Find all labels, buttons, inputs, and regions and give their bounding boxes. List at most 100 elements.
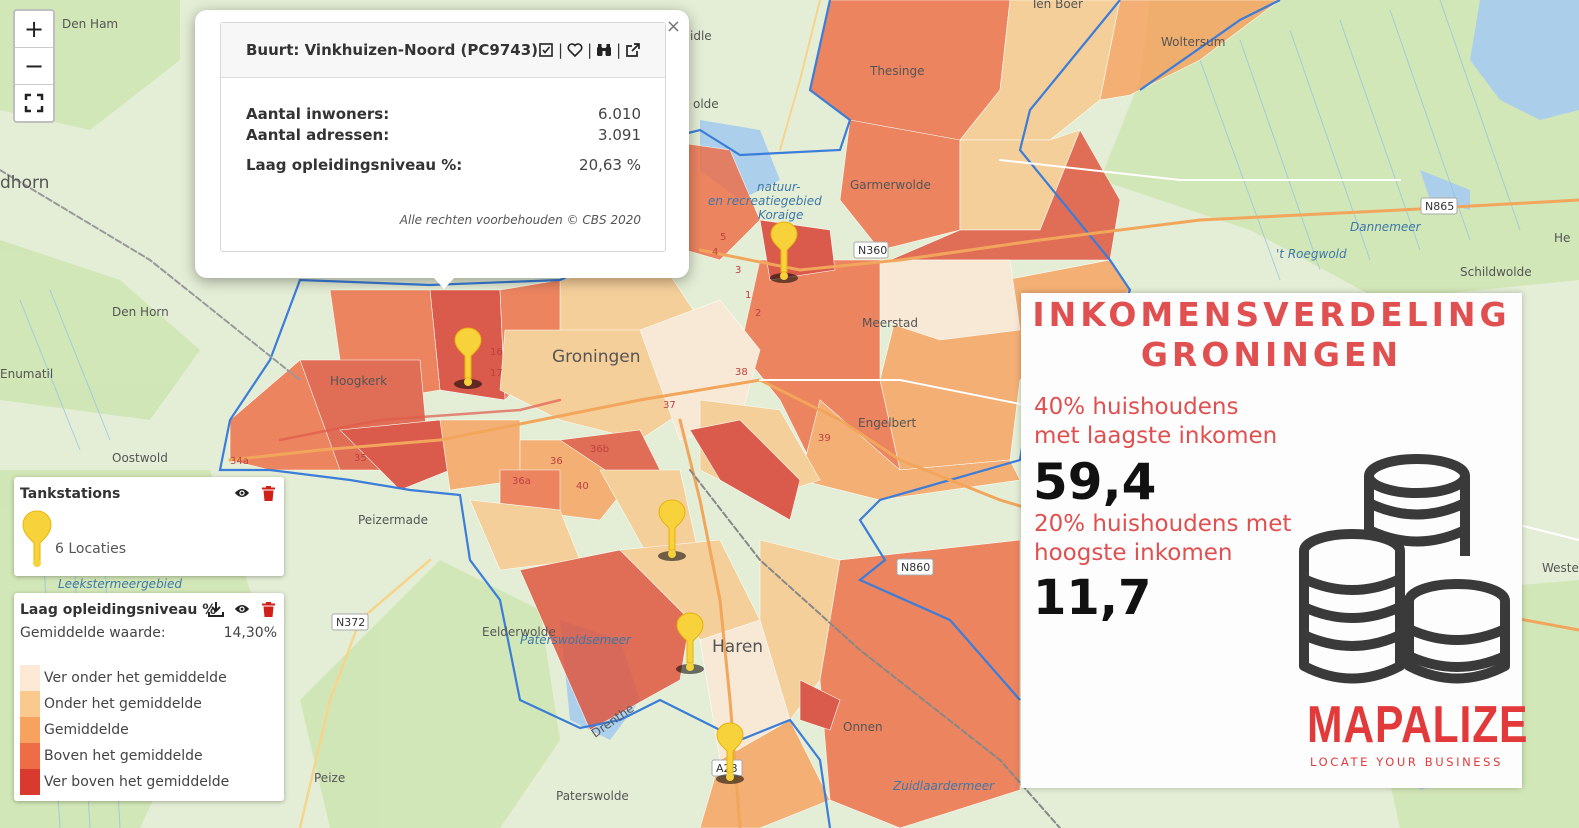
legend-label: Gemiddelde xyxy=(44,722,129,738)
map-label-engelbert: Engelbert xyxy=(858,416,916,430)
external-link-icon[interactable] xyxy=(625,42,641,58)
map-label-roegwold: 't Roegwold xyxy=(1276,247,1347,261)
legend-class-row: Onder het gemiddelde xyxy=(20,691,229,717)
eye-icon[interactable] xyxy=(234,485,250,501)
map-label-dannemeer: Dannemeer xyxy=(1350,220,1422,234)
legend-swatch xyxy=(20,665,40,691)
exit-number: 36a xyxy=(512,476,531,487)
checkbox-icon[interactable] xyxy=(538,42,554,58)
info-title-line1: INKOMENSVERDELING xyxy=(1032,295,1511,334)
map-label-ten-boer: Ten Boer xyxy=(1030,0,1083,11)
popup-title: Buurt: Vinkhuizen-Noord (PC9743) xyxy=(246,41,539,59)
road-shield-n865: N865 xyxy=(1425,200,1454,213)
exit-number: 5 xyxy=(720,232,726,243)
map-label-thesinge: Thesinge xyxy=(869,64,925,78)
map-label-leekstermeergebied: Leekstermeergebied xyxy=(58,577,182,591)
map-label-garmerwolde: Garmerwolde xyxy=(850,178,931,192)
map-label-olde: olde xyxy=(693,97,719,111)
popup-card: Buurt: Vinkhuizen-Noord (PC9743) | | | A… xyxy=(220,22,666,252)
education-legend-title: Laag opleidingsniveau % xyxy=(20,602,217,618)
map-label-den-ham: Den Ham xyxy=(62,17,118,31)
average-value: 14,30% xyxy=(223,625,277,641)
eye-icon[interactable] xyxy=(234,601,250,617)
income-info-card: INKOMENSVERDELING GRONINGEN 40% huishoud… xyxy=(1021,293,1528,788)
popup-close-button[interactable]: × xyxy=(666,16,681,37)
exit-number: 36b xyxy=(590,444,609,455)
info-title-line2: GRONINGEN xyxy=(1140,335,1403,374)
exit-number: 37 xyxy=(663,400,676,411)
map-label-westerbroek: Weste xyxy=(1542,561,1579,575)
map-label-den-horn: Den Horn xyxy=(112,305,169,319)
map-label-natuur: natuur- xyxy=(757,180,800,194)
download-icon[interactable] xyxy=(208,601,224,617)
brand-name: MAPALIZE xyxy=(1307,696,1529,754)
low-income-label-line2: met laagste inkomen xyxy=(1034,423,1278,449)
tankstations-layer-panel: Tankstations 6 Locaties xyxy=(14,477,284,576)
legend-swatch xyxy=(20,743,40,769)
map-label-schildwolde: Schildwolde xyxy=(1460,265,1532,279)
fullscreen-button[interactable] xyxy=(15,85,53,121)
exit-number: 4 xyxy=(712,247,718,258)
zoom-in-button[interactable]: + xyxy=(15,11,53,48)
map-label-woltersum: Woltersum xyxy=(1161,35,1225,49)
map-label-haren: Haren xyxy=(712,637,763,657)
coins-stack-icon xyxy=(1299,454,1510,684)
legend-class-row: Ver onder het gemiddelde xyxy=(20,665,229,691)
map-label-meerstad: Meerstad xyxy=(862,316,918,330)
zoom-control: + − xyxy=(13,9,55,123)
map-label-onnen: Onnen xyxy=(843,720,883,734)
zoom-out-button[interactable]: − xyxy=(15,48,53,85)
trash-icon[interactable] xyxy=(260,601,276,617)
exit-number: 40 xyxy=(576,481,589,492)
low-income-label-line1: 40% huishoudens xyxy=(1034,394,1239,420)
popup-row-inhabitants: Aantal inwoners: 6.010 xyxy=(246,105,641,123)
map-label-recreatiegebied: en recreatiegebied xyxy=(708,194,822,208)
legend-label: Ver boven het gemiddelde xyxy=(44,774,230,790)
brand-tagline: LOCATE YOUR BUSINESS xyxy=(1310,755,1503,769)
legend-class-row: Gemiddelde xyxy=(20,717,229,743)
exit-number: 3 xyxy=(735,265,741,276)
map-label-paterswolde: Paterswolde xyxy=(556,789,629,803)
legend-class-row: Ver boven het gemiddelde xyxy=(20,769,229,795)
legend-swatch xyxy=(20,691,40,717)
map-label-enumatil: Enumatil xyxy=(0,367,53,381)
low-income-value: 59,4 xyxy=(1033,453,1157,511)
map-label-koraige: Koraige xyxy=(758,208,803,222)
legend-label: Boven het gemiddelde xyxy=(44,748,203,764)
legend-label: Ver onder het gemiddelde xyxy=(44,670,227,686)
map-label-paterswoldsemeer: Paterswoldsemeer xyxy=(520,633,632,647)
high-income-label-line1: 20% huishoudens met xyxy=(1034,511,1292,537)
exit-number: 36 xyxy=(550,456,563,467)
popup-row-addresses: Aantal adressen: 3.091 xyxy=(246,126,641,144)
legend-swatch xyxy=(20,769,40,795)
road-shield-n860: N860 xyxy=(901,561,930,574)
map-label-idle: idle xyxy=(690,29,712,43)
trash-icon[interactable] xyxy=(260,485,276,501)
binoculars-icon[interactable] xyxy=(596,42,612,58)
map-label-peize: Peize xyxy=(314,771,345,785)
exit-number: 39 xyxy=(818,433,831,444)
exit-number: 38 xyxy=(735,367,748,378)
high-income-value: 11,7 xyxy=(1033,570,1152,626)
high-income-label-line2: hoogste inkomen xyxy=(1034,540,1233,566)
map-label-groningen: Groningen xyxy=(552,347,641,367)
popup-row-education: Laag opleidingsniveau %: 20,63 % xyxy=(246,156,641,174)
map-label-hoogkerk: Hoogkerk xyxy=(330,374,387,388)
map-label-dhorn: dhorn xyxy=(0,173,49,193)
popup-tip xyxy=(433,277,455,289)
map-label-zuidlaardermeer: Zuidlaardermeer xyxy=(892,779,995,793)
neighbourhood-popup: × Buurt: Vinkhuizen-Noord (PC9743) | | |… xyxy=(195,10,689,278)
exit-number: 2 xyxy=(755,308,761,319)
exit-number: 34a xyxy=(230,456,249,467)
legend-swatch xyxy=(20,717,40,743)
road-shield-n372: N372 xyxy=(336,616,365,629)
heart-icon[interactable] xyxy=(567,42,583,58)
average-label: Gemiddelde waarde: xyxy=(20,625,166,641)
map-label-oostwold: Oostwold xyxy=(112,451,168,465)
fullscreen-icon xyxy=(24,93,44,113)
popup-copyright: Alle rechten voorbehouden © CBS 2020 xyxy=(399,213,641,227)
legend-class-row: Boven het gemiddelde xyxy=(20,743,229,769)
popup-header: Buurt: Vinkhuizen-Noord (PC9743) | | | xyxy=(221,23,665,78)
legend-classes: Ver onder het gemiddelde Onder het gemidd… xyxy=(20,665,229,795)
map-label-peizermade: Peizermade xyxy=(358,513,428,527)
